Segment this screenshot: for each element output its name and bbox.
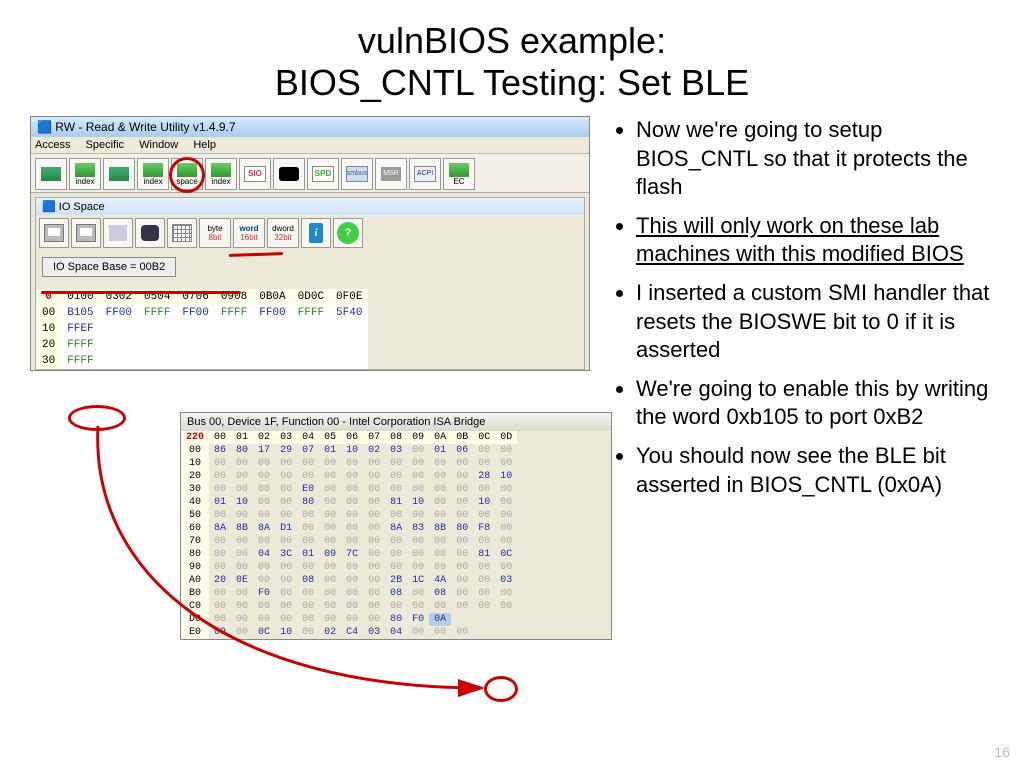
bullet-item: I inserted a custom SMI handler that res… bbox=[636, 279, 994, 365]
toolbar-button-12[interactable]: EC bbox=[443, 158, 475, 190]
toolbar-button-2[interactable] bbox=[103, 158, 135, 190]
screenshot-area: 🟦 RW - Read & Write Utility v1.4.9.7 Acc… bbox=[30, 116, 590, 509]
main-toolbar: indexindexspaceindexSIOSPDsmbusMSRACPIEC bbox=[31, 154, 589, 193]
word-button[interactable]: word16bit bbox=[233, 218, 265, 248]
toolbar-button-5[interactable]: index bbox=[205, 158, 237, 190]
slide-title: vulnBIOS example:BIOS_CNTL Testing: Set … bbox=[30, 20, 994, 104]
bullet-item: This will only work on these lab machine… bbox=[636, 212, 994, 269]
toolbar-button-1[interactable]: index bbox=[69, 158, 101, 190]
menu-specific[interactable]: Specific bbox=[86, 139, 125, 151]
toolbar-button-8[interactable]: SPD bbox=[307, 158, 339, 190]
save-bin-icon[interactable] bbox=[71, 218, 101, 248]
iospace-toolbar: byte8bit word16bit dword32bit i ? bbox=[36, 215, 584, 251]
iospace-hex-table: 0010003020504070609080B0A0D0C0F0E00B105F… bbox=[36, 289, 368, 369]
toolbar-button-0[interactable] bbox=[35, 158, 67, 190]
pci-config-window: Bus 00, Device 1F, Function 00 - Intel C… bbox=[180, 412, 612, 640]
bullet-text: Now we're going to setup BIOS_CNTL so th… bbox=[610, 116, 994, 509]
bullet-item: You should now see the BLE bit asserted … bbox=[636, 442, 994, 499]
window-titlebar: 🟦 RW - Read & Write Utility v1.4.9.7 bbox=[31, 117, 589, 137]
bullet-item: We're going to enable this by writing th… bbox=[636, 375, 994, 432]
rw-utility-window: 🟦 RW - Read & Write Utility v1.4.9.7 Acc… bbox=[30, 116, 590, 371]
menu-help[interactable]: Help bbox=[193, 139, 216, 151]
menu-access[interactable]: Access bbox=[35, 139, 70, 151]
building-icon[interactable] bbox=[103, 218, 133, 248]
toolbar-button-6[interactable]: SIO bbox=[239, 158, 271, 190]
toolbar-button-3[interactable]: index bbox=[137, 158, 169, 190]
save-icon[interactable] bbox=[39, 218, 69, 248]
red-circle-0a-value bbox=[484, 676, 518, 702]
info-icon[interactable]: i bbox=[301, 218, 331, 248]
io-base-button[interactable]: IO Space Base = 00B2 bbox=[42, 257, 176, 277]
grid-icon[interactable] bbox=[167, 218, 197, 248]
dword-button[interactable]: dword32bit bbox=[267, 218, 299, 248]
iospace-window: 🟦 IO Space byte8bit word16bit dword32bit… bbox=[35, 197, 585, 370]
help-icon[interactable]: ? bbox=[333, 218, 363, 248]
red-underline-base bbox=[41, 291, 241, 294]
toolbar-button-9[interactable]: smbus bbox=[341, 158, 373, 190]
toolbar-button-10[interactable]: MSR bbox=[375, 158, 407, 190]
menu-window[interactable]: Window bbox=[139, 139, 178, 151]
red-circle-space-button bbox=[169, 157, 205, 193]
toolbar-button-11[interactable]: ACPI bbox=[409, 158, 441, 190]
red-circle-b105 bbox=[68, 405, 126, 431]
toolbar-button-7[interactable] bbox=[273, 158, 305, 190]
byte-button[interactable]: byte8bit bbox=[199, 218, 231, 248]
menubar: Access Specific Window Help bbox=[31, 137, 589, 154]
pci-hex-table: 220000102030405060708090A0B0C0D008680172… bbox=[181, 431, 517, 639]
page-number: 16 bbox=[994, 744, 1010, 760]
binoculars-icon[interactable] bbox=[135, 218, 165, 248]
bullet-item: Now we're going to setup BIOS_CNTL so th… bbox=[636, 116, 994, 202]
